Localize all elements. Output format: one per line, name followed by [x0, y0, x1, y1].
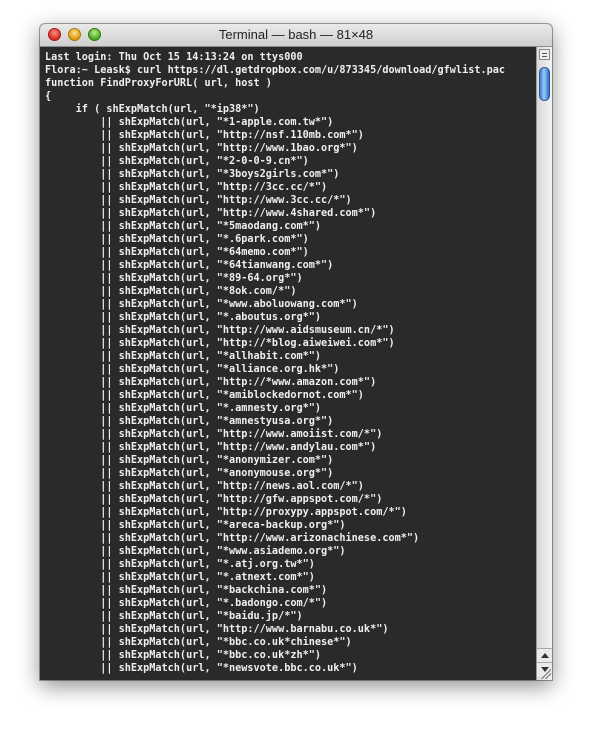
- terminal-line: || shExpMatch(url, "*bbc.co.uk*chinese*"…: [45, 637, 352, 648]
- terminal-line: || shExpMatch(url, "*1-apple.com.tw*"): [45, 117, 334, 128]
- terminal-line: || shExpMatch(url, "http://news.aol.com/…: [45, 481, 364, 492]
- terminal-line: || shExpMatch(url, "*.badongo.com/*"): [45, 598, 328, 609]
- terminal-line: || shExpMatch(url, "*64memo.com*"): [45, 247, 309, 258]
- terminal-line: || shExpMatch(url, "http://www.3cc.cc/*"…: [45, 195, 352, 206]
- terminal-line: || shExpMatch(url, "*8ok.com/*"): [45, 286, 297, 297]
- terminal-line: Last login: Thu Oct 15 14:13:24 on ttys0…: [45, 52, 303, 63]
- terminal-line: || shExpMatch(url, "http://www.amoiist.c…: [45, 429, 383, 440]
- terminal-line: || shExpMatch(url, "*areca-backup.org*"): [45, 520, 346, 531]
- terminal-line: || shExpMatch(url, "http://*blog.aiweiwe…: [45, 338, 395, 349]
- terminal-line: || shExpMatch(url, "*.amnesty.org*"): [45, 403, 322, 414]
- terminal-line: || shExpMatch(url, "*5maodang.com*"): [45, 221, 322, 232]
- terminal-line: || shExpMatch(url, "*bbc.co.uk*zh*"): [45, 650, 322, 661]
- terminal-line: if ( shExpMatch(url, "*ip38*"): [45, 104, 260, 115]
- terminal-line: || shExpMatch(url, "*allhabit.com*"): [45, 351, 322, 362]
- terminal-line: || shExpMatch(url, "*amiblockedornot.com…: [45, 390, 364, 401]
- terminal-line: || shExpMatch(url, "*.atj.org.tw*"): [45, 559, 315, 570]
- window-title: Terminal — bash — 81×48: [218, 27, 374, 42]
- terminal-line: || shExpMatch(url, "*.aboutus.org*"): [45, 312, 322, 323]
- terminal-line: Flora:~ Leask$ curl https://dl.getdropbo…: [45, 65, 506, 76]
- terminal-line: || shExpMatch(url, "*amnestyusa.org*"): [45, 416, 334, 427]
- terminal-line: || shExpMatch(url, "http://gfw.appspot.c…: [45, 494, 383, 505]
- terminal-line: || shExpMatch(url, "http://www.andylau.c…: [45, 442, 377, 453]
- terminal-line: || shExpMatch(url, "*backchina.com*"): [45, 585, 328, 596]
- terminal-line: || shExpMatch(url, "http://proxypy.appsp…: [45, 507, 407, 518]
- terminal-line: function FindProxyForURL( url, host ): [45, 78, 272, 89]
- terminal-line: || shExpMatch(url, "http://www.arizonach…: [45, 533, 420, 544]
- vertical-scrollbar[interactable]: [536, 47, 552, 680]
- terminal-line: || shExpMatch(url, "http://*www.amazon.c…: [45, 377, 377, 388]
- terminal-line: || shExpMatch(url, "http://nsf.110mb.com…: [45, 130, 364, 141]
- terminal-line: || shExpMatch(url, "*www.aboluowang.com*…: [45, 299, 358, 310]
- terminal-line: || shExpMatch(url, "*64tianwang.com*"): [45, 260, 334, 271]
- terminal-line: || shExpMatch(url, "http://www.1bao.org*…: [45, 143, 358, 154]
- terminal-line: || shExpMatch(url, "*.6park.com*"): [45, 234, 309, 245]
- terminal-line: || shExpMatch(url, "http://www.aidsmuseu…: [45, 325, 395, 336]
- terminal-line: || shExpMatch(url, "*2-0-0-9.cn*"): [45, 156, 309, 167]
- terminal-line: {: [45, 91, 52, 102]
- terminal-output[interactable]: Last login: Thu Oct 15 14:13:24 on ttys0…: [40, 47, 536, 675]
- terminal-line: || shExpMatch(url, "*alliance.org.hk*"): [45, 364, 340, 375]
- terminal-line: || shExpMatch(url, "*www.asiademo.org*"): [45, 546, 346, 557]
- terminal-line: || shExpMatch(url, "*anonymouse.org*"): [45, 468, 334, 479]
- terminal-line: || shExpMatch(url, "*anonymizer.com*"): [45, 455, 334, 466]
- scroll-thumb[interactable]: [539, 67, 550, 101]
- arrow-up-icon[interactable]: [537, 648, 552, 662]
- terminal-line: || shExpMatch(url, "http://3cc.cc/*"): [45, 182, 328, 193]
- terminal-line: || shExpMatch(url, "*3boys2girls.com*"): [45, 169, 340, 180]
- title-bar[interactable]: Terminal — bash — 81×48: [40, 24, 552, 47]
- terminal-line: || shExpMatch(url, "http://www.barnabu.c…: [45, 624, 389, 635]
- split-view-icon[interactable]: [539, 49, 550, 60]
- terminal-content[interactable]: Last login: Thu Oct 15 14:13:24 on ttys0…: [40, 47, 536, 680]
- terminal-line: || shExpMatch(url, "*newsvote.bbc.co.uk*…: [45, 663, 358, 674]
- resize-grip-icon[interactable]: [539, 667, 551, 679]
- terminal-line: || shExpMatch(url, "*.atnext.com*"): [45, 572, 315, 583]
- terminal-line: || shExpMatch(url, "http://www.4shared.c…: [45, 208, 377, 219]
- terminal-line: || shExpMatch(url, "*baidu.jp/*"): [45, 611, 303, 622]
- terminal-line: || shExpMatch(url, "*89-64.org*"): [45, 273, 303, 284]
- terminal-window: Terminal — bash — 81×48 Last login: Thu …: [40, 24, 552, 680]
